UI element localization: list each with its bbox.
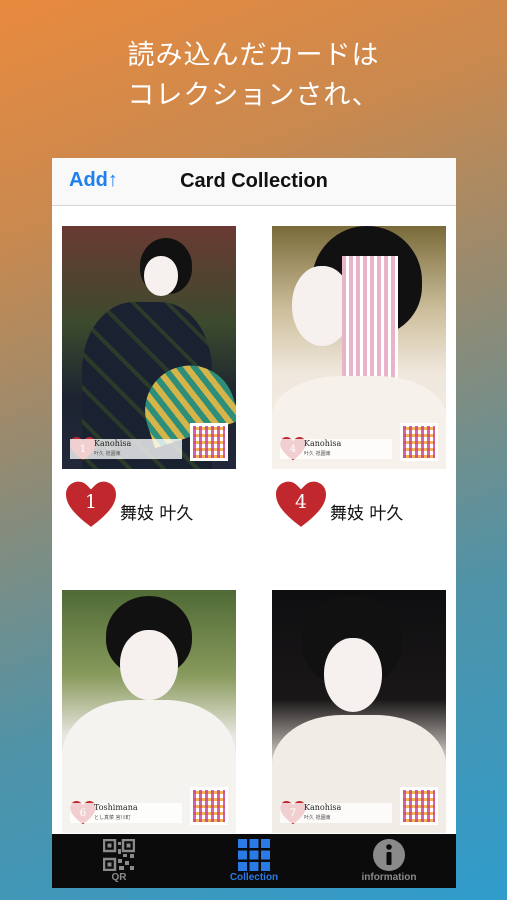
tab-bar: QR Collection information [52, 834, 456, 888]
heart-number: 4 [295, 492, 307, 513]
name-strip: Kanohisa 叶久 祇園東 [280, 439, 392, 459]
headline: 読み込んだカードは コレクションされ、 [0, 36, 507, 116]
name-strip-text: Kanohisa [94, 439, 132, 448]
face-shape [144, 256, 178, 296]
qr-code-image [400, 787, 438, 825]
card-photo: 1 Kanohisa 叶久 祇園東 [62, 226, 236, 469]
headline-line-2: コレクションされ、 [127, 80, 380, 111]
heart-number-icon: 1 [66, 481, 116, 527]
tab-information[interactable]: information [322, 834, 456, 888]
info-icon [373, 839, 405, 871]
name-strip-text: Kanohisa [304, 803, 342, 812]
phone-screen: Add↑ Card Collection 1 Kanohisa 叶久 祇園東 [52, 158, 456, 888]
card-caption: 舞妓 叶久 [120, 504, 194, 524]
card-item[interactable]: 6 Toshimana とし真菜 宮川町 [62, 590, 236, 833]
face-shape [120, 630, 178, 700]
card-photo: 4 Kanohisa 叶久 祇園東 [272, 226, 446, 469]
card-label: 4 舞妓 叶久 [272, 479, 446, 539]
qr-code-image [190, 787, 228, 825]
name-strip-text: Toshimana [94, 803, 138, 812]
tab-label: information [361, 872, 417, 883]
name-strip-sub: 叶久 祇園東 [94, 451, 121, 457]
name-strip: Kanohisa 叶久 祇園東 [70, 439, 182, 459]
card-item[interactable]: 1 Kanohisa 叶久 祇園東 1 舞妓 叶久 [62, 226, 236, 539]
navigation-bar: Add↑ Card Collection [52, 158, 456, 206]
name-strip-sub: とし真菜 宮川町 [94, 815, 131, 821]
card-grid: 1 Kanohisa 叶久 祇園東 1 舞妓 叶久 [52, 206, 456, 834]
qr-code-image [400, 423, 438, 461]
headline-line-1: 読み込んだカードは [127, 40, 380, 71]
card-label: 1 舞妓 叶久 [62, 479, 236, 539]
heart-number-icon: 4 [276, 481, 326, 527]
tab-qr[interactable]: QR [52, 834, 186, 888]
card-item[interactable]: 7 Kanohisa 叶久 祇園東 [272, 590, 446, 833]
tab-collection[interactable]: Collection [187, 834, 321, 888]
name-strip-text: Kanohisa [304, 439, 342, 448]
card-item[interactable]: 4 Kanohisa 叶久 祇園東 4 舞妓 叶久 [272, 226, 446, 539]
name-strip-sub: 叶久 祇園東 [304, 815, 331, 821]
kanzashi-shape [342, 256, 398, 386]
card-photo: 7 Kanohisa 叶久 祇園東 [272, 590, 446, 833]
tab-label: QR [111, 872, 127, 883]
page-title: Card Collection [180, 170, 328, 192]
qr-code-icon [103, 839, 135, 871]
grid-icon [238, 839, 270, 871]
card-photo: 6 Toshimana とし真菜 宮川町 [62, 590, 236, 833]
face-shape [324, 638, 382, 712]
name-strip-sub: 叶久 祇園東 [304, 451, 331, 457]
heart-number: 1 [85, 492, 97, 513]
tab-label: Collection [229, 872, 279, 883]
name-strip: Toshimana とし真菜 宮川町 [70, 803, 182, 823]
qr-code-image [190, 423, 228, 461]
card-caption: 舞妓 叶久 [330, 504, 404, 524]
name-strip: Kanohisa 叶久 祇園東 [280, 803, 392, 823]
